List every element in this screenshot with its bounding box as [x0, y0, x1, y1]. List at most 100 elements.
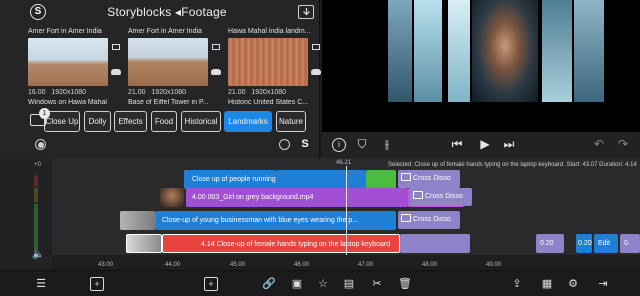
- download-button[interactable]: [298, 5, 314, 19]
- info-icon[interactable]: i: [332, 138, 346, 152]
- clip-thumbnail[interactable]: [160, 188, 184, 207]
- timeline-clip[interactable]: 4.00 003_Girl on grey background.mp4: [186, 188, 408, 207]
- record-icon: [37, 141, 44, 148]
- media-panel-title: Storyblocks ◂Footage: [107, 5, 227, 19]
- add-clip-icon[interactable]: +: [204, 277, 218, 291]
- title-icon[interactable]: ▤: [342, 277, 356, 291]
- collections-count-badge: 1: [39, 108, 50, 119]
- category-chip-food[interactable]: Food: [151, 111, 177, 132]
- meter-zero-label: +0: [34, 162, 41, 168]
- speaker-icon[interactable]: 🔈: [32, 249, 44, 260]
- transition-block[interactable]: Cross Disso: [398, 211, 460, 229]
- preview-frame: [414, 0, 442, 102]
- timeline-clip[interactable]: 0.20: [576, 234, 592, 253]
- media-thumb-image[interactable]: [128, 38, 208, 86]
- transition-block[interactable]: Cross Disso: [410, 188, 472, 206]
- media-thumb-title: Amer Fort in Amer India: [128, 28, 202, 35]
- clip-label: 4.00 003_Girl on grey background.mp4: [192, 194, 314, 201]
- media-thumb-1[interactable]: Amer Fort in Amer India 16.00 1920x1080: [28, 27, 124, 97]
- transition-block[interactable]: Cross Disso: [398, 170, 460, 188]
- app-root: S Storyblocks ◂Footage Amer Fort in Amer…: [0, 0, 640, 296]
- timeline-clip[interactable]: Edit: [594, 234, 618, 253]
- media-thumb-image[interactable]: [28, 38, 108, 86]
- settings-icon[interactable]: ⚙: [566, 277, 580, 291]
- share-icon[interactable]: ⇪: [510, 277, 524, 291]
- image-icon[interactable]: ▣: [290, 277, 304, 291]
- star-icon[interactable]: ☆: [316, 277, 330, 291]
- category-chip-landmarks[interactable]: Landmarks: [224, 111, 272, 132]
- skip-forward-icon[interactable]: ⏭: [502, 137, 516, 151]
- trash-icon[interactable]: 🗑: [398, 277, 412, 291]
- clip-thumbnail[interactable]: [120, 211, 156, 230]
- cloud-icon: [311, 69, 321, 75]
- clip-label: Close-up of young businessman with blue …: [162, 217, 359, 224]
- selected-clip[interactable]: 4.14 Close-up of female hands typing on …: [162, 234, 400, 253]
- category-chip-effects[interactable]: Effects: [114, 111, 147, 132]
- link-icon[interactable]: 🔗: [262, 277, 276, 291]
- export-icon[interactable]: ⇥: [596, 277, 610, 291]
- storyblocks-logo-icon[interactable]: S: [30, 4, 46, 20]
- transition-icon: [401, 214, 411, 222]
- cloud-icon: [111, 69, 121, 75]
- category-chip-dolly[interactable]: Dolly: [84, 111, 111, 132]
- media-thumb-3[interactable]: Hawa Mahal india landm... 21.00 1920x108…: [228, 27, 324, 97]
- media-thumb-title-row2: Historic United States C...: [228, 99, 309, 106]
- list-icon[interactable]: ☰: [34, 277, 48, 291]
- timeline-clip[interactable]: 0.20: [536, 234, 564, 253]
- timeline-clip[interactable]: [276, 170, 366, 189]
- media-thumb-title-row2: Base of Eiffel Tower in P...: [128, 99, 209, 106]
- marker-icon[interactable]: ⛉: [356, 137, 368, 151]
- media-thumb-title: Hawa Mahal india landm...: [228, 28, 311, 35]
- scissors-icon[interactable]: ✂: [370, 277, 384, 291]
- cloud-icon: [211, 69, 221, 75]
- media-thumb-meta: 21.00 1920x1080: [228, 89, 287, 96]
- selection-info: Selected: Close up of female hands typin…: [388, 162, 637, 168]
- redo-icon[interactable]: ↷: [616, 137, 630, 151]
- playhead[interactable]: [346, 166, 347, 268]
- split-icon[interactable]: ⫲: [380, 137, 394, 151]
- playback-controls: i ⛉ ⫲ ⏮ ▶ ⏭ ↶ ↷: [322, 132, 640, 158]
- preview-icon[interactable]: [312, 44, 320, 50]
- media-library-panel: S Storyblocks ◂Footage Amer Fort in Amer…: [0, 0, 321, 158]
- timeline-clip[interactable]: [366, 170, 396, 189]
- timeline-clip[interactable]: Close-up of young businessman with blue …: [156, 211, 396, 230]
- add-icon[interactable]: +: [90, 277, 104, 291]
- timeline-clip[interactable]: [400, 234, 470, 253]
- category-chip-nature[interactable]: Nature: [276, 111, 306, 132]
- media-thumb-title-row2: Windows on Hawa Mahal: [28, 99, 107, 106]
- media-thumb-meta: 16.00 1920x1080: [28, 89, 87, 96]
- playhead-time: 46.21: [336, 160, 352, 166]
- media-thumb-title: Amer Fort in Amer India: [28, 28, 102, 35]
- download-icon: [303, 8, 310, 16]
- transition-label: Cross Disso: [413, 175, 451, 182]
- clip-label: 4.14 Close-up of female hands typing on …: [201, 241, 391, 248]
- skip-back-icon[interactable]: ⏮: [450, 137, 464, 151]
- time-ruler[interactable]: 43.00 44.00 45.00 46.00 47.00 48.00 49.0…: [52, 255, 640, 270]
- video-preview[interactable]: [322, 0, 640, 136]
- bottom-toolbar: ☰ + + 🔗 ▣ ☆ ▤ ✂ 🗑 ⇪ ▦ ⚙ ⇥: [0, 270, 640, 296]
- timeline-clip[interactable]: 0.: [620, 234, 640, 253]
- preview-frame: [574, 0, 604, 102]
- category-chip-historical[interactable]: Historical: [181, 111, 221, 132]
- transition-icon: [401, 173, 411, 181]
- undo-icon[interactable]: ↶: [592, 137, 606, 151]
- play-icon[interactable]: ▶: [478, 137, 492, 151]
- audio-meter: [34, 172, 38, 256]
- clip-label: Close up of people running ...: [192, 176, 276, 183]
- storyblocks-icon[interactable]: S: [298, 136, 312, 152]
- preview-frame: [448, 0, 470, 102]
- transition-label: Cross Disso: [425, 193, 463, 200]
- clip-thumbnail[interactable]: [126, 234, 162, 253]
- media-thumb-2[interactable]: Amer Fort in Amer India 21.00 1920x1080: [128, 27, 224, 97]
- preview-icon[interactable]: [112, 44, 120, 50]
- preview-frame: [542, 0, 572, 102]
- search-icon[interactable]: [279, 139, 290, 150]
- layers-icon[interactable]: ▦: [540, 277, 554, 291]
- preview-frame: [472, 0, 538, 102]
- timeline-clip[interactable]: Close up of people running ...: [184, 170, 276, 189]
- transition-icon: [413, 191, 423, 199]
- media-thumb-image[interactable]: [228, 38, 308, 86]
- transition-label: Cross Disso: [413, 216, 451, 223]
- preview-icon[interactable]: [212, 44, 220, 50]
- media-thumb-meta: 21.00 1920x1080: [128, 89, 187, 96]
